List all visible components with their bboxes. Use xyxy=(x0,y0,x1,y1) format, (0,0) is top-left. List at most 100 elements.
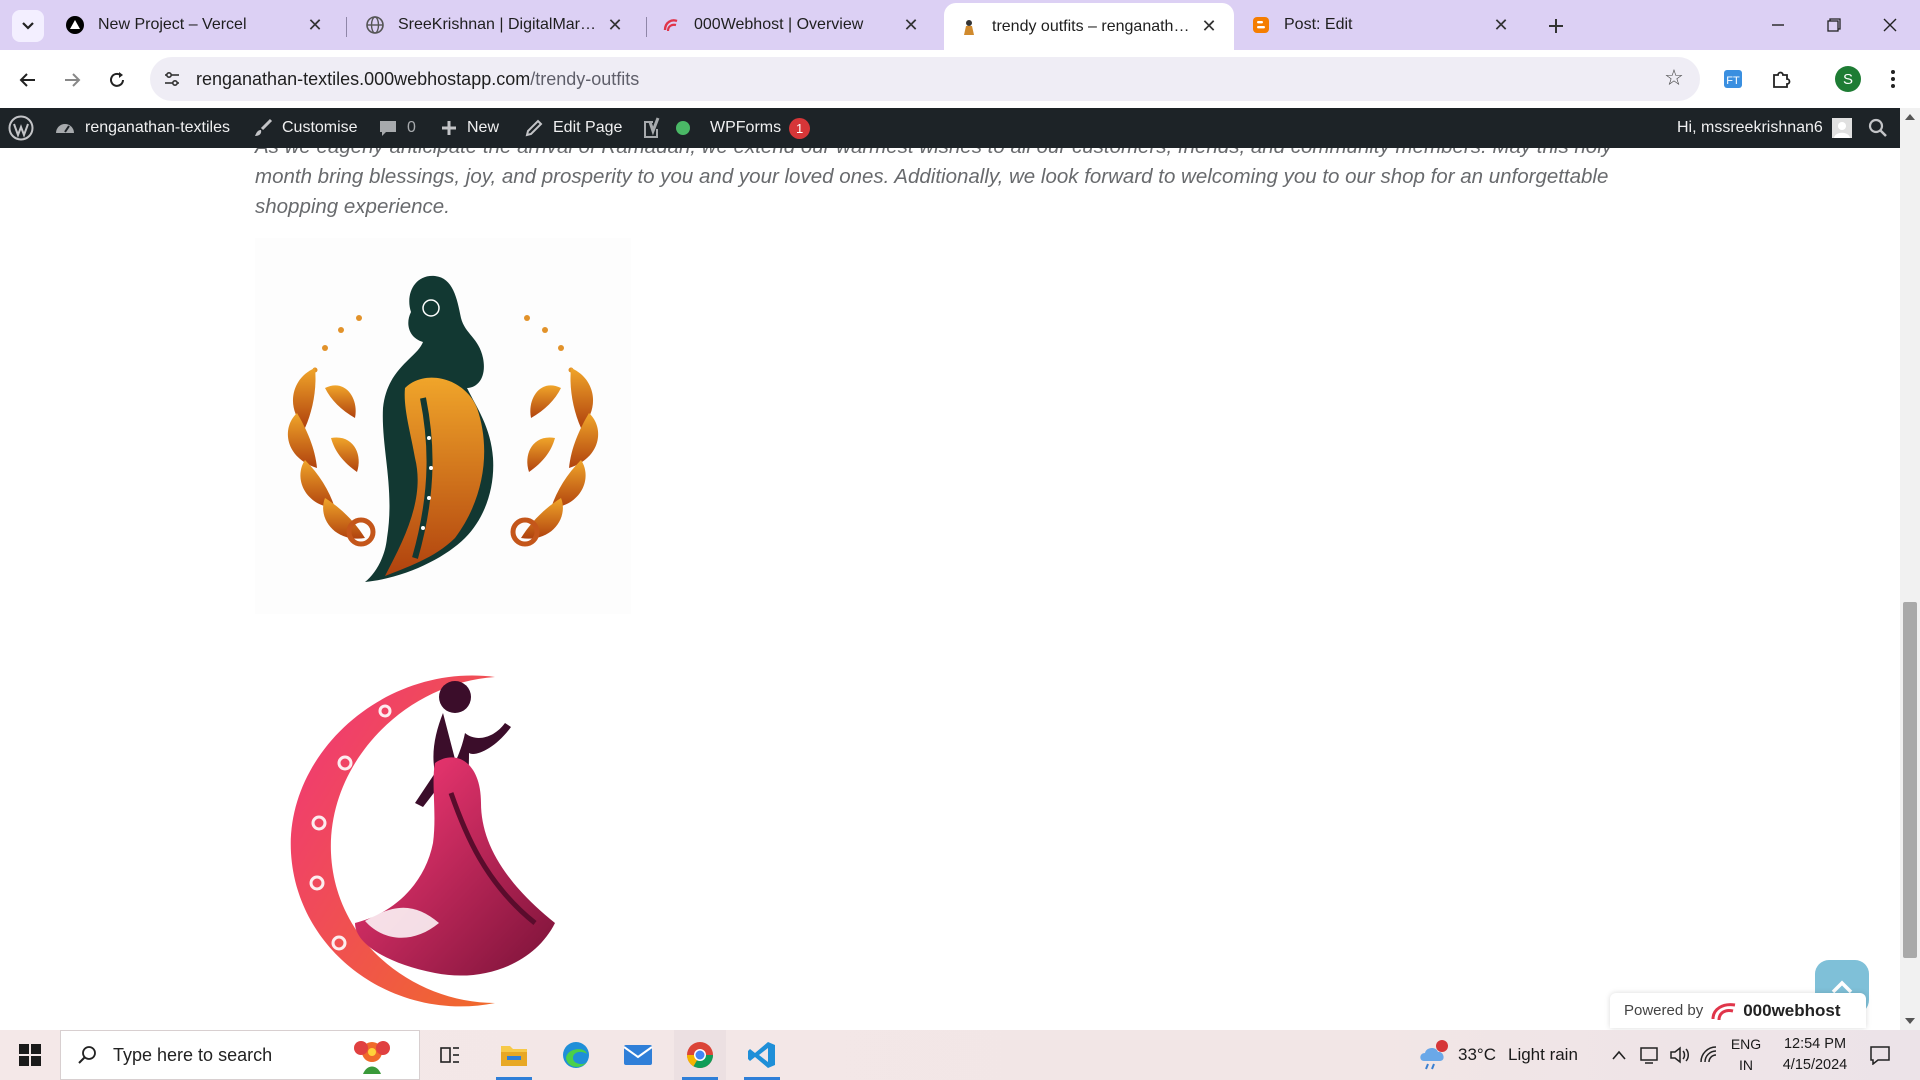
file-explorer-taskbar-button[interactable] xyxy=(488,1030,540,1080)
000webhost-icon xyxy=(662,16,680,34)
page-scrollbar[interactable] xyxy=(1900,108,1920,1030)
network-icon xyxy=(1640,1047,1658,1064)
powered-by-000webhost-badge[interactable]: Powered by 000webhost xyxy=(1610,993,1866,1028)
greeting-label: Hi, mssreekrishnan6 xyxy=(1677,119,1823,136)
yoast-icon xyxy=(644,117,660,138)
edge-browser-icon xyxy=(563,1042,589,1068)
speaker-icon xyxy=(1670,1046,1689,1064)
region-code: IN xyxy=(1739,1057,1753,1073)
crescent-woman-pink-saree-logo-image xyxy=(255,653,631,1029)
taskbar-clock[interactable]: 12:54 PM 4/15/2024 xyxy=(1770,1034,1860,1076)
tab-trendy-outfits[interactable]: trendy outfits – renganathan-te ✕ xyxy=(944,3,1234,50)
wpforms-menu[interactable]: WPForms 1 xyxy=(710,108,811,148)
chevron-up-icon xyxy=(1612,1050,1626,1060)
volume-tray-button[interactable] xyxy=(1666,1030,1694,1080)
tab-post-edit[interactable]: Post: Edit ✕ xyxy=(1236,5,1526,45)
wp-admin-bar: renganathan-textiles Customise 0 New Edi… xyxy=(0,108,1920,148)
vscode-taskbar-button[interactable] xyxy=(736,1030,788,1080)
wp-search-button[interactable] xyxy=(1868,108,1897,148)
tab-title: SreeKrishnan | DigitalMarketter xyxy=(398,16,604,33)
show-hidden-icons-button[interactable] xyxy=(1606,1030,1632,1080)
svg-text:FT: FT xyxy=(1726,75,1740,87)
arrow-left-icon xyxy=(19,73,35,87)
profile-avatar[interactable]: S xyxy=(1833,64,1863,94)
browser-menu-icon[interactable] xyxy=(1878,64,1908,94)
page-content: As we eagerly anticipate the arrival of … xyxy=(0,148,1900,1030)
close-tab-icon[interactable]: ✕ xyxy=(1198,16,1220,38)
site-icon xyxy=(960,18,978,36)
scroll-down-arrow-icon[interactable] xyxy=(1905,1018,1915,1024)
close-tab-icon[interactable]: ✕ xyxy=(900,14,922,36)
browser-tab-strip: New Project – Vercel ✕ SreeKrishnan | Di… xyxy=(0,0,1920,50)
reload-icon xyxy=(110,72,124,87)
wordpress-logo-icon xyxy=(8,115,34,141)
site-settings-icon[interactable] xyxy=(160,67,184,91)
new-tab-button[interactable] xyxy=(1540,10,1572,42)
url-path: /trendy-outfits xyxy=(530,69,640,89)
task-view-button[interactable] xyxy=(430,1030,470,1080)
windows-taskbar: Type here to search 33°C Light rain ENG … xyxy=(0,1030,1920,1080)
wp-account-menu[interactable]: Hi, mssreekrishnan6 xyxy=(1677,108,1852,148)
edit-page-label: Edit Page xyxy=(553,119,623,136)
clock-date: 4/15/2024 xyxy=(1782,1057,1848,1073)
restore-button[interactable] xyxy=(1806,0,1862,50)
wp-new-content-menu[interactable]: New xyxy=(440,108,499,148)
comment-bubble-icon xyxy=(380,121,396,136)
input-language-indicator[interactable]: ENG IN xyxy=(1728,1034,1764,1076)
url-text[interactable]: renganathan-textiles.000webhostapp.com/t… xyxy=(196,69,639,90)
start-button[interactable] xyxy=(0,1030,60,1080)
forward-button[interactable] xyxy=(54,62,90,98)
chrome-taskbar-button[interactable] xyxy=(674,1030,726,1080)
search-placeholder: Type here to search xyxy=(113,1044,273,1065)
close-window-button[interactable] xyxy=(1862,0,1918,50)
tab-search-button[interactable] xyxy=(12,10,44,42)
wp-site-name-menu[interactable]: renganathan-textiles xyxy=(54,108,230,148)
minimize-icon xyxy=(1772,24,1784,26)
tab-vercel[interactable]: New Project – Vercel ✕ xyxy=(50,5,340,45)
back-button[interactable] xyxy=(10,62,46,98)
yoast-seo-menu[interactable] xyxy=(641,108,672,148)
taskbar-search-box[interactable]: Type here to search xyxy=(60,1030,420,1080)
wordpress-logo-menu[interactable] xyxy=(8,108,43,148)
extensions-puzzle-icon[interactable] xyxy=(1766,64,1796,94)
notification-speech-bubble-icon xyxy=(1870,1046,1890,1065)
address-bar[interactable]: renganathan-textiles.000webhostapp.com/t… xyxy=(150,57,1700,101)
edge-taskbar-button[interactable] xyxy=(550,1030,602,1080)
scroll-up-arrow-icon[interactable] xyxy=(1905,114,1915,120)
wp-comments-link[interactable]: 0 xyxy=(378,108,416,148)
tab-sreekrishnan[interactable]: SreeKrishnan | DigitalMarketter ✕ xyxy=(350,5,640,45)
wp-customise-link[interactable]: Customise xyxy=(253,108,358,148)
flower-search-highlight-icon xyxy=(354,1041,390,1074)
notification-center-button[interactable] xyxy=(1862,1030,1898,1080)
comments-count: 0 xyxy=(407,119,416,136)
network-tray-button[interactable] xyxy=(1636,1030,1664,1080)
tab-divider xyxy=(346,17,347,37)
ramadan-greeting-paragraph: As we eagerly anticipate the arrival of … xyxy=(255,148,1612,218)
wp-edit-page-link[interactable]: Edit Page xyxy=(524,108,622,148)
rain-cloud-icon xyxy=(1420,1040,1448,1070)
profile-initial: S xyxy=(1835,66,1861,92)
weather-description: Light rain xyxy=(1507,1045,1578,1064)
vscode-icon xyxy=(748,1042,775,1068)
minimize-button[interactable] xyxy=(1750,0,1806,50)
translate-extension-icon[interactable]: FT xyxy=(1719,64,1749,94)
new-label: New xyxy=(467,119,500,136)
tab-title: trendy outfits – renganathan-te xyxy=(992,17,1198,35)
green-status-dot-icon xyxy=(676,121,690,135)
wpforms-label: WPForms xyxy=(710,119,782,136)
weather-widget[interactable]: 33°C Light rain xyxy=(1416,1030,1578,1080)
reload-button[interactable] xyxy=(99,62,135,98)
close-tab-icon[interactable]: ✕ xyxy=(604,14,626,36)
mail-taskbar-button[interactable] xyxy=(612,1030,664,1080)
chevron-down-icon xyxy=(22,22,34,30)
close-tab-icon[interactable]: ✕ xyxy=(1490,14,1512,36)
close-tab-icon[interactable]: ✕ xyxy=(304,14,326,36)
blogger-icon xyxy=(1252,16,1270,34)
scrollbar-thumb[interactable] xyxy=(1903,602,1917,958)
wifi-tray-button[interactable] xyxy=(1696,1030,1724,1080)
bookmark-star-icon[interactable]: ☆ xyxy=(1662,67,1686,91)
clock-time: 12:54 PM xyxy=(1783,1036,1847,1052)
url-domain: renganathan-textiles.000webhostapp.com xyxy=(196,69,531,89)
avatar xyxy=(1831,118,1852,138)
tab-000webhost[interactable]: 000Webhost | Overview ✕ xyxy=(646,5,936,45)
